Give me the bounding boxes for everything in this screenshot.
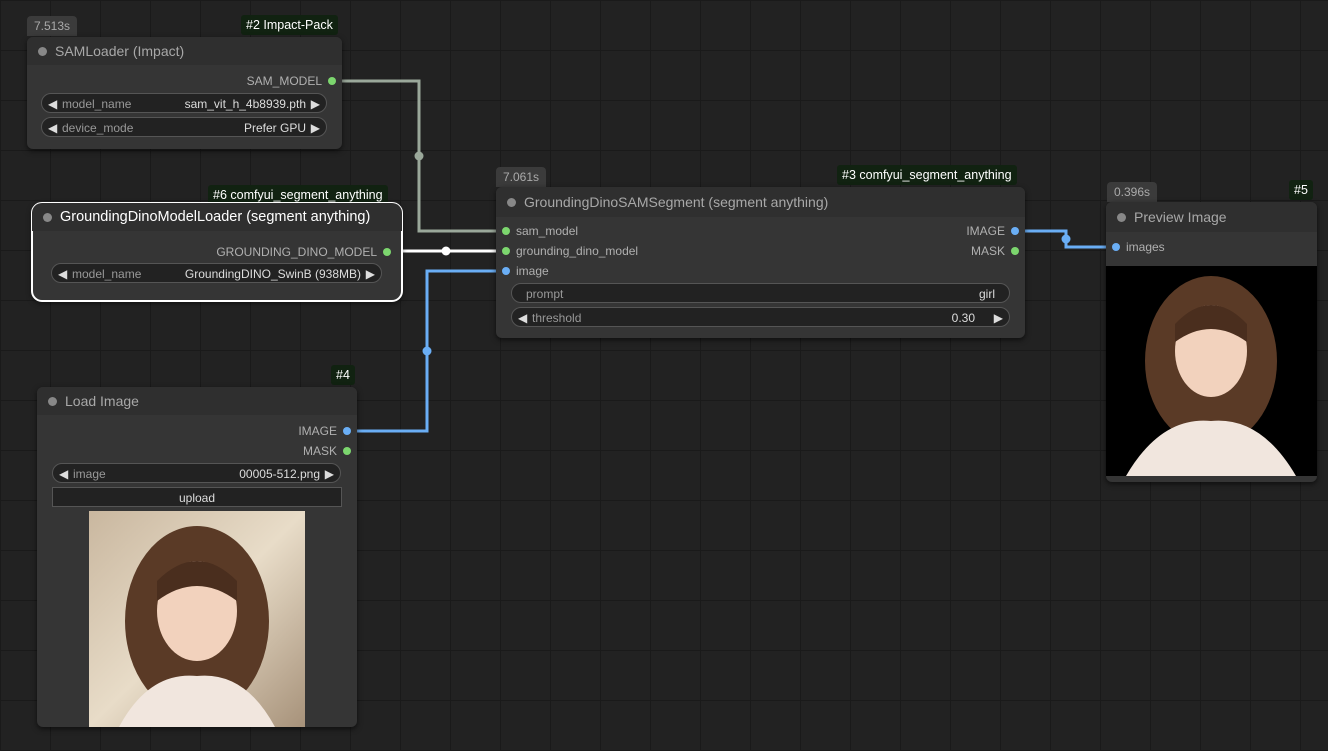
upload-button[interactable]: upload (52, 487, 342, 507)
arrow-left-icon[interactable]: ◀ (48, 118, 57, 138)
arrow-left-icon[interactable]: ◀ (58, 264, 67, 284)
segment-exec-time: 7.061s (496, 167, 547, 187)
preview-title: Preview Image (1134, 209, 1227, 225)
combo-dino-model-name[interactable]: ◀ model_name GroundingDINO_SwinB (938MB)… (51, 263, 382, 283)
input-label-grounding-dino-model: grounding_dino_model (516, 244, 639, 258)
loaded-image-thumbnail (89, 511, 305, 727)
link-load-image-midpoint[interactable] (422, 346, 432, 356)
combo-image[interactable]: ◀ image 00005-512.png ▶ (52, 463, 341, 483)
segment-node[interactable]: GroundingDinoSAMSegment (segment anythin… (496, 187, 1025, 338)
text-value: girl (978, 287, 995, 301)
segment-id-badge: #3 comfyui_segment_anything (837, 165, 1017, 185)
output-slot-mask[interactable] (1011, 247, 1019, 255)
dino-loader-node[interactable]: GroundingDinoModelLoader (segment anythi… (31, 202, 403, 302)
input-slot-grounding-dino-model[interactable] (502, 247, 510, 255)
combo-value: sam_vit_h_4b8939.pth (184, 97, 306, 111)
number-label: threshold (532, 311, 582, 325)
arrow-left-icon[interactable]: ◀ (48, 94, 57, 114)
sam-loader-title: SAMLoader (Impact) (55, 43, 185, 59)
segmented-portrait (1106, 266, 1317, 476)
link-grounding-dino-midpoint[interactable] (441, 246, 451, 256)
output-label-grounding-dino-model: GROUNDING_DINO_MODEL (216, 245, 377, 259)
arrow-left-icon[interactable]: ◀ (518, 308, 527, 328)
preview-image-output (1106, 266, 1317, 476)
sam-loader-title-bar[interactable]: SAMLoader (Impact) (27, 37, 342, 65)
text-prompt[interactable]: prompt girl (511, 283, 1010, 303)
output-label-image: IMAGE (298, 424, 337, 438)
dino-loader-id-badge: #6 comfyui_segment_anything (208, 185, 388, 205)
output-slot-mask[interactable] (343, 447, 351, 455)
segment-title: GroundingDinoSAMSegment (segment anythin… (524, 194, 829, 210)
arrow-right-icon[interactable]: ▶ (311, 118, 320, 138)
output-label-mask: MASK (302, 444, 337, 458)
portrait-photo (89, 511, 305, 727)
output-slot-image[interactable] (1011, 227, 1019, 235)
load-image-node[interactable]: Load Image IMAGE MASK ◀ image 00005-512.… (37, 387, 357, 727)
arrow-left-icon[interactable]: ◀ (59, 464, 68, 484)
sam-loader-id-badge: #2 Impact-Pack (241, 15, 338, 35)
input-slot-images[interactable] (1112, 243, 1120, 251)
sam-loader-node[interactable]: SAMLoader (Impact) SAM_MODEL ◀ model_nam… (27, 37, 342, 149)
output-label-image: IMAGE (966, 224, 1005, 238)
collapse-dot-icon[interactable] (38, 47, 47, 56)
link-preview-image-midpoint[interactable] (1061, 234, 1071, 244)
output-label-sam-model: SAM_MODEL (246, 74, 322, 88)
sam-loader-exec-time: 7.513s (27, 16, 78, 36)
preview-node[interactable]: Preview Image images (1106, 202, 1317, 482)
collapse-dot-icon[interactable] (507, 198, 516, 207)
combo-device-mode[interactable]: ◀ device_mode Prefer GPU ▶ (41, 117, 327, 137)
preview-title-bar[interactable]: Preview Image (1106, 202, 1317, 232)
segment-title-bar[interactable]: GroundingDinoSAMSegment (segment anythin… (496, 187, 1025, 217)
collapse-dot-icon[interactable] (1117, 213, 1126, 222)
combo-value: GroundingDINO_SwinB (938MB) (184, 267, 361, 281)
preview-id-badge: #5 (1289, 180, 1313, 200)
number-value: 0.30 (951, 311, 975, 325)
link-sam-model-midpoint[interactable] (414, 151, 424, 161)
load-image-title: Load Image (65, 393, 139, 409)
number-threshold[interactable]: ◀ threshold 0.30 ▶ (511, 307, 1010, 327)
combo-value: Prefer GPU (243, 121, 306, 135)
link-preview-image[interactable] (1015, 229, 1116, 249)
combo-label: model_name (62, 97, 132, 111)
input-slot-sam-model[interactable] (502, 227, 510, 235)
dino-loader-title-bar[interactable]: GroundingDinoModelLoader (segment anythi… (32, 203, 402, 231)
collapse-dot-icon[interactable] (48, 397, 57, 406)
collapse-dot-icon[interactable] (43, 213, 52, 222)
combo-label: model_name (72, 267, 142, 281)
combo-label: device_mode (62, 121, 134, 135)
output-label-mask: MASK (970, 244, 1005, 258)
combo-label: image (73, 467, 106, 481)
combo-value: 00005-512.png (239, 467, 320, 481)
arrow-right-icon[interactable]: ▶ (994, 308, 1003, 328)
load-image-title-bar[interactable]: Load Image (37, 387, 357, 415)
dino-loader-title: GroundingDinoModelLoader (segment anythi… (60, 209, 371, 225)
arrow-right-icon[interactable]: ▶ (311, 94, 320, 114)
combo-model-name[interactable]: ◀ model_name sam_vit_h_4b8939.pth ▶ (41, 93, 327, 113)
arrow-right-icon[interactable]: ▶ (366, 264, 375, 284)
arrow-right-icon[interactable]: ▶ (325, 464, 334, 484)
load-image-id-badge: #4 (331, 365, 355, 385)
output-slot-grounding-dino-model[interactable] (383, 248, 391, 256)
input-label-sam-model: sam_model (516, 224, 579, 238)
text-label: prompt (526, 287, 564, 301)
input-slot-image[interactable] (502, 267, 510, 275)
output-slot-sam-model[interactable] (328, 77, 336, 85)
input-label-image: image (516, 264, 549, 278)
output-slot-image[interactable] (343, 427, 351, 435)
input-label-images: images (1126, 240, 1165, 254)
preview-exec-time: 0.396s (1107, 182, 1158, 202)
